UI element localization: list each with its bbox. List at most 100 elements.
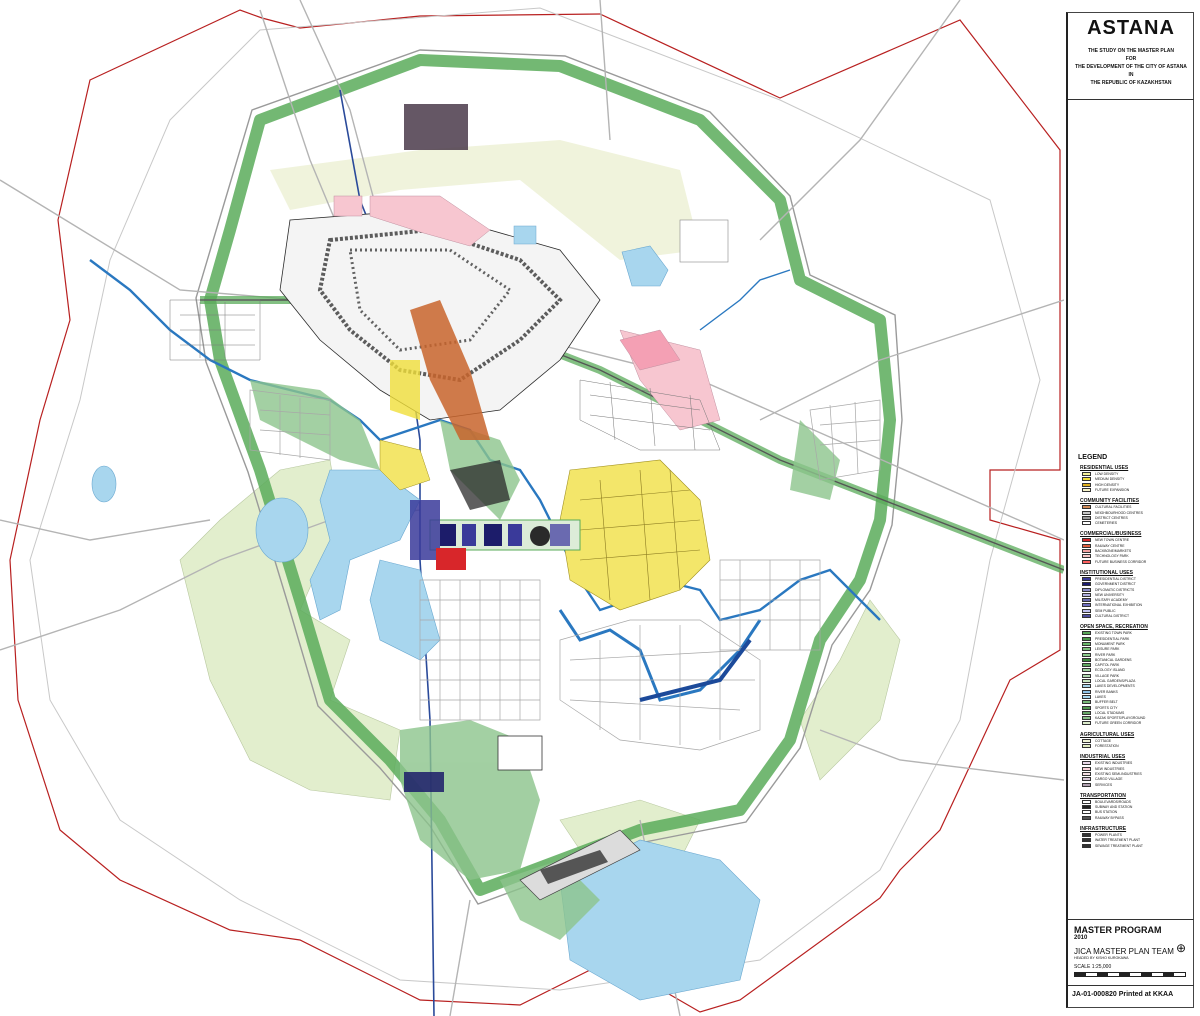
legend-section-heading: COMMUNITY FACILITIES xyxy=(1080,498,1140,505)
legend-item-label: COTTAGE xyxy=(1095,738,1112,743)
legend-item-label: CULTURAL FACILITIES xyxy=(1095,505,1132,510)
legend-item-label: SERVICES xyxy=(1095,782,1113,787)
legend-item-label: FORESTATION xyxy=(1095,744,1119,748)
legend-section-heading: INSTITUTIONAL USES xyxy=(1080,569,1133,576)
legend-swatch xyxy=(1082,472,1091,476)
legend-swatch xyxy=(1082,810,1091,815)
legend-item-label: LEISURE PARK xyxy=(1095,647,1120,652)
divider xyxy=(1068,919,1194,920)
legend-item-label: MEDIUM DENSITY xyxy=(1095,477,1125,482)
legend-item: BOULEVARDS/ROADS xyxy=(1082,799,1131,805)
legend-item: CULTURAL FACILITIES xyxy=(1082,505,1131,510)
legend-swatch xyxy=(1082,603,1091,608)
divider xyxy=(1068,99,1194,100)
legend-item: DISTRICT CENTRES xyxy=(1082,515,1128,521)
legend-item-label: ECOLOGY ISLAND xyxy=(1095,668,1125,673)
legend-item: BOTANICAL GARDENS xyxy=(1082,657,1132,663)
legend-item: FUTURE GREEN CORRIDOR xyxy=(1082,721,1141,726)
legend-item-label: SEWAGE TREATMENT PLANT xyxy=(1095,843,1143,848)
legend-item: RAILWAY CENTRE xyxy=(1082,543,1125,549)
scale-bar xyxy=(1074,972,1186,977)
legend-item: COTTAGE xyxy=(1082,738,1112,744)
legend-swatch xyxy=(1082,505,1091,510)
legend-swatch xyxy=(1082,582,1091,587)
legend-item-label: FUTURE GREEN CORRIDOR xyxy=(1095,721,1142,726)
legend-item-label: GOVERNMENT DISTRICT xyxy=(1095,582,1136,587)
legend-item: NEW TOWN CENTRE xyxy=(1082,538,1129,543)
legend-swatch xyxy=(1082,554,1091,559)
legend-section-heading: AGRICULTURAL USES xyxy=(1080,731,1135,738)
legend-swatch xyxy=(1082,833,1091,837)
legend-swatch xyxy=(1082,641,1091,646)
legend-item: CEMETERIES xyxy=(1082,521,1117,526)
legend-item-label: KAZAK SPORTS/PLAYGROUND xyxy=(1095,716,1146,721)
legend-item: HIGH DENSITY xyxy=(1082,482,1119,488)
legend-item: DIPLOMATIC DISTRICTS xyxy=(1082,587,1134,593)
legend-item: MONUMENT PARK xyxy=(1082,641,1125,647)
legend-item-label: CAPITOL PARK xyxy=(1095,663,1120,668)
legend-item-label: LOCAL GARDENS/PLAZA xyxy=(1095,679,1136,683)
legend-item: NEIGHBOURHOOD CENTRES xyxy=(1082,510,1143,516)
program-title: MASTER PROGRAM xyxy=(1074,925,1162,935)
legend-item-label: MILITARY ACADEMY xyxy=(1095,598,1128,603)
legend-item: RIVER BANKS xyxy=(1082,689,1118,695)
legend-item-label: WATER TREATMENT PLANT xyxy=(1095,838,1141,843)
legend-item-label: NEW UNIVERSITY xyxy=(1095,592,1125,597)
legend-swatch xyxy=(1082,799,1091,804)
legend-swatch xyxy=(1082,608,1091,613)
document-number: JA-01-000820 Printed at KKAA xyxy=(1072,991,1174,998)
legend-section-heading: INFRASTRUCTURE xyxy=(1080,826,1127,832)
title-panel: ASTANA THE STUDY ON THE MASTER PLAN FOR … xyxy=(1066,12,1194,1008)
legend-item-label: PRESIDENTIAL PARK xyxy=(1095,636,1130,641)
master-plan-map[interactable] xyxy=(0,0,1064,1016)
legend-item-label: EXISTING INDUSTRIES xyxy=(1095,761,1133,766)
northern-industrial-block xyxy=(404,104,468,150)
legend-swatch xyxy=(1082,482,1091,487)
legend-section-heading: TRANSPORTATION xyxy=(1080,792,1126,799)
subtitle-line: THE DEVELOPMENT OF THE CITY OF ASTANA xyxy=(1075,64,1187,70)
legend-section-heading: COMMERCIAL/BUSINESS xyxy=(1080,531,1142,538)
future-green-east xyxy=(799,599,901,781)
legend-swatch xyxy=(1082,838,1091,843)
legend-item-label: PRESIDENTIAL DISTRICT xyxy=(1095,576,1136,581)
legend-swatch xyxy=(1082,705,1091,710)
legend-item-label: BOTANICAL GARDENS xyxy=(1095,657,1132,662)
legend-item-label: BUFFER BELT xyxy=(1095,700,1118,705)
legend-title: LEGEND xyxy=(1078,454,1108,461)
legend-item: NEW INDUSTRIES xyxy=(1082,766,1124,772)
legend-item-label: RAILWAY CENTRE xyxy=(1095,543,1125,548)
legend-item-label: RIVER BANKS xyxy=(1095,689,1118,694)
legend-item: LAKES DEVELOPMENTS xyxy=(1082,684,1135,689)
legend-item: BACKBONE/MARKETS xyxy=(1082,549,1131,554)
legend-item: RAILWAY BYPASS xyxy=(1082,815,1124,821)
legend-item-label: INTERNATIONAL EXHIBITION xyxy=(1095,603,1142,608)
legend-item: LOW DENSITY xyxy=(1082,472,1118,477)
legend-section-heading: OPEN SPACE, RECREATION xyxy=(1080,624,1148,631)
legend-item: FORESTATION xyxy=(1082,744,1119,749)
legend-item-label: VILLAGE PARK xyxy=(1095,673,1120,678)
legend-item: WATER TREATMENT PLANT xyxy=(1082,838,1140,843)
legend-item-label: SUBWAY AND STATION xyxy=(1095,805,1133,810)
legend-swatch xyxy=(1082,700,1091,705)
legend-item: INTERNATIONAL EXHIBITION xyxy=(1082,603,1142,608)
legend-swatch xyxy=(1082,668,1091,673)
legend-item-label: BOULEVARDS/ROADS xyxy=(1095,799,1131,804)
legend-item-label: EXISTING TOWN PARK xyxy=(1095,631,1132,636)
legend-item-label: MONUMENT PARK xyxy=(1095,641,1125,646)
legend-item-label: SEM PUBLIC xyxy=(1095,608,1116,613)
northern-campus xyxy=(679,219,729,263)
legend-item: TECHNOLOGY PARK xyxy=(1082,554,1129,559)
legend-swatch xyxy=(1082,805,1091,810)
subtitle-line: IN xyxy=(1128,72,1134,78)
legend-item: LOCAL GARDENS/PLAZA xyxy=(1082,679,1135,684)
legend-swatch xyxy=(1082,673,1091,678)
legend-swatch xyxy=(1082,815,1091,820)
legend-item-label: NEIGHBOURHOOD CENTRES xyxy=(1095,510,1143,515)
legend-swatch xyxy=(1082,543,1091,548)
program-year: 2010 xyxy=(1074,935,1088,941)
legend-swatch xyxy=(1082,782,1091,787)
legend-swatch xyxy=(1082,587,1091,592)
legend-item-label: LOCAL STADIUMS xyxy=(1095,710,1125,715)
legend-item: ECOLOGY ISLAND xyxy=(1082,668,1125,673)
legend-swatch xyxy=(1082,652,1091,657)
